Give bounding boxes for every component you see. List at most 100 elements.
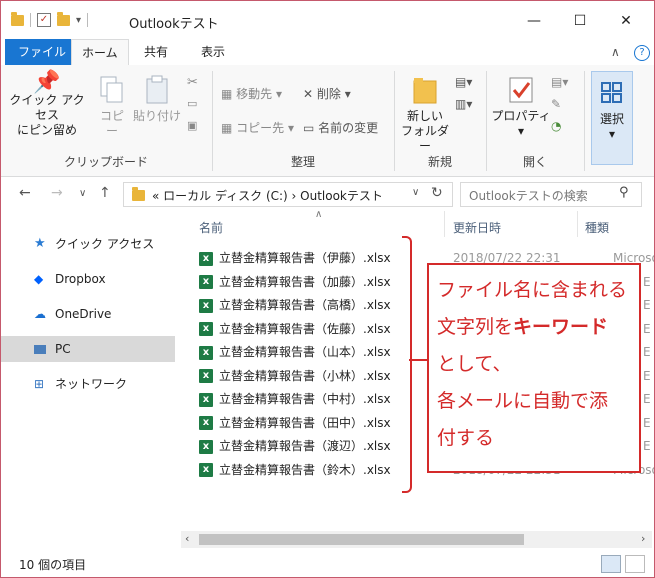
- nav-item-network[interactable]: ⊞ ネットワーク: [1, 371, 175, 397]
- address-path: « ローカル ディスク (C:) › Outlookテスト: [152, 189, 383, 203]
- new-folder-button[interactable]: 新しい フォルダー: [399, 75, 451, 154]
- file-row[interactable]: x 立替金精算報告書（小林）.xlsx: [199, 365, 391, 388]
- tab-share[interactable]: 共有: [134, 39, 178, 65]
- folder-icon: [132, 187, 145, 201]
- copy-path-icon[interactable]: ▭: [187, 97, 197, 110]
- callout-line-2-prefix: 文字列を: [437, 316, 514, 338]
- scroll-left-icon[interactable]: ‹: [185, 532, 189, 545]
- address-bar[interactable]: « ローカル ディスク (C:) › Outlookテスト ∨ ↻: [123, 182, 453, 207]
- clipboard-group-label: クリップボード: [63, 155, 148, 169]
- paste-button[interactable]: 貼り付け: [133, 75, 181, 124]
- scrollbar-thumb[interactable]: [199, 534, 524, 545]
- copy-to-button[interactable]: ▦ コピー先 ▾: [221, 119, 294, 136]
- horizontal-scrollbar[interactable]: ‹ ›: [181, 531, 652, 548]
- file-name: 立替金精算報告書（中村）.xlsx: [219, 392, 391, 406]
- nav-item-label: Dropbox: [55, 272, 106, 286]
- select-button[interactable]: 選択 ▾: [591, 71, 633, 165]
- nav-item-dropbox[interactable]: ◆ Dropbox: [1, 266, 175, 292]
- annotation-bracket: [402, 236, 412, 493]
- tab-home[interactable]: ホーム: [71, 39, 129, 67]
- close-button[interactable]: ✕: [603, 7, 649, 35]
- collapse-ribbon-icon[interactable]: ∧: [611, 45, 620, 59]
- file-name: 立替金精算報告書（高橋）.xlsx: [219, 298, 391, 312]
- refresh-icon[interactable]: ↻: [431, 185, 443, 201]
- star-icon: ★: [34, 236, 46, 251]
- divider: [584, 71, 585, 171]
- new-folder-quick-icon[interactable]: [57, 11, 70, 26]
- excel-file-icon: x: [199, 439, 213, 454]
- ribbon-tabs: ファイル ホーム 共有 表示: [1, 39, 654, 67]
- open-group: プロパティ ▾ ▤▾ ✎ ◔ 開く: [487, 65, 583, 176]
- copy-to-label: コピー先: [236, 121, 285, 135]
- file-name: 立替金精算報告書（渡辺）.xlsx: [219, 439, 391, 453]
- edit-icon[interactable]: ✎: [551, 97, 561, 111]
- column-header-name[interactable]: 名前: [199, 219, 223, 236]
- callout-keyword: キーワード: [513, 316, 609, 338]
- callout-line-4: 各メールに自動で添: [437, 390, 609, 412]
- annotation-callout: ファイル名に含まれる 文字列をキーワード として、 各メールに自動で添 付する: [427, 263, 641, 473]
- file-name: 立替金精算報告書（田中）.xlsx: [219, 415, 391, 430]
- tab-view[interactable]: 表示: [191, 39, 235, 65]
- help-icon[interactable]: ?: [634, 45, 650, 61]
- file-row[interactable]: x 立替金精算報告書（伊藤）.xlsx: [199, 247, 391, 270]
- easy-access-icon[interactable]: ▥▾: [455, 97, 472, 111]
- copy-button[interactable]: コピー: [95, 75, 129, 139]
- nav-item-pc[interactable]: PC: [1, 336, 175, 362]
- nav-item-label: クイック アクセス: [55, 237, 155, 251]
- properties-icon: [509, 77, 533, 103]
- file-row[interactable]: x 立替金精算報告書（佐藤）.xlsx: [199, 318, 391, 341]
- pin-to-quick-access-button[interactable]: 📌 クイック アクセス にピン留め: [9, 72, 85, 138]
- file-row[interactable]: x 立替金精算報告書（高橋）.xlsx: [199, 294, 391, 317]
- delete-icon: ✕: [303, 87, 314, 101]
- rename-label: 名前の変更: [318, 121, 379, 135]
- column-header-date[interactable]: 更新日時: [453, 219, 501, 236]
- divider: [30, 13, 31, 27]
- pc-icon: [34, 345, 46, 354]
- minimize-button[interactable]: —: [511, 7, 557, 35]
- paste-shortcut-icon[interactable]: ▣: [187, 119, 197, 132]
- properties-label: プロパティ: [491, 109, 551, 123]
- properties-button[interactable]: プロパティ ▾: [491, 75, 551, 139]
- file-row[interactable]: x 立替金精算報告書（加藤）.xlsx: [199, 271, 391, 294]
- delete-button[interactable]: ✕ 削除 ▾: [303, 85, 351, 102]
- item-count: 10 個の項目: [19, 558, 87, 572]
- select-label: 選択: [599, 112, 624, 126]
- search-input[interactable]: Outlookテストの検索 ⚲: [460, 182, 642, 207]
- nav-item-quick-access[interactable]: ★ クイック アクセス: [1, 231, 175, 257]
- file-row[interactable]: x 立替金精算報告書（渡辺）.xlsx: [199, 435, 391, 458]
- move-to-button[interactable]: ▦ 移動先 ▾: [221, 85, 282, 102]
- address-dropdown-icon[interactable]: ∨: [412, 187, 419, 198]
- up-arrow-icon[interactable]: ↑: [99, 185, 111, 201]
- history-icon[interactable]: ◔: [551, 119, 561, 133]
- file-row[interactable]: x 立替金精算報告書（田中）.xlsx: [199, 412, 391, 435]
- open-icon[interactable]: ▤▾: [551, 75, 568, 89]
- forward-arrow-icon[interactable]: →: [51, 185, 63, 201]
- file-type: E: [643, 368, 651, 383]
- tab-file[interactable]: ファイル: [5, 39, 80, 65]
- file-row[interactable]: x 立替金精算報告書（山本）.xlsx: [199, 341, 391, 364]
- scroll-right-icon[interactable]: ›: [641, 532, 645, 545]
- large-icons-view-icon[interactable]: [625, 555, 645, 573]
- nav-item-label: ネットワーク: [55, 377, 128, 391]
- maximize-button[interactable]: ☐: [557, 7, 603, 35]
- recent-locations-icon[interactable]: ∨: [79, 188, 86, 199]
- quick-access-dropdown-icon[interactable]: ▾: [76, 15, 81, 26]
- file-row[interactable]: x 立替金精算報告書（中村）.xlsx: [199, 388, 391, 411]
- nav-item-onedrive[interactable]: ☁ OneDrive: [1, 301, 175, 327]
- cut-icon[interactable]: ✂: [187, 75, 198, 90]
- column-header-type[interactable]: 種類: [585, 219, 609, 236]
- new-item-icon[interactable]: ▤▾: [455, 75, 472, 89]
- callout-line-2: 文字列をキーワード: [437, 312, 608, 339]
- pin-label-line2: にピン留め: [16, 123, 77, 137]
- clipboard-group: 📌 クイック アクセス にピン留め コピー 貼り付け ✂ ▭ ▣ クリップボード: [1, 65, 211, 176]
- status-bar: 10 個の項目: [1, 551, 654, 577]
- details-view-icon[interactable]: [601, 555, 621, 573]
- file-row[interactable]: x 立替金精算報告書（鈴木）.xlsx: [199, 459, 391, 482]
- properties-quick-icon[interactable]: ✓: [37, 13, 51, 27]
- rename-button[interactable]: ▭ 名前の変更: [303, 119, 378, 136]
- back-arrow-icon[interactable]: ←: [19, 185, 31, 201]
- file-name: 立替金精算報告書（佐藤）.xlsx: [219, 321, 391, 336]
- title-bar: ✓ ▾ Outlookテスト — ☐ ✕: [1, 1, 654, 41]
- file-type: E: [643, 392, 651, 406]
- search-icon[interactable]: ⚲: [619, 185, 629, 200]
